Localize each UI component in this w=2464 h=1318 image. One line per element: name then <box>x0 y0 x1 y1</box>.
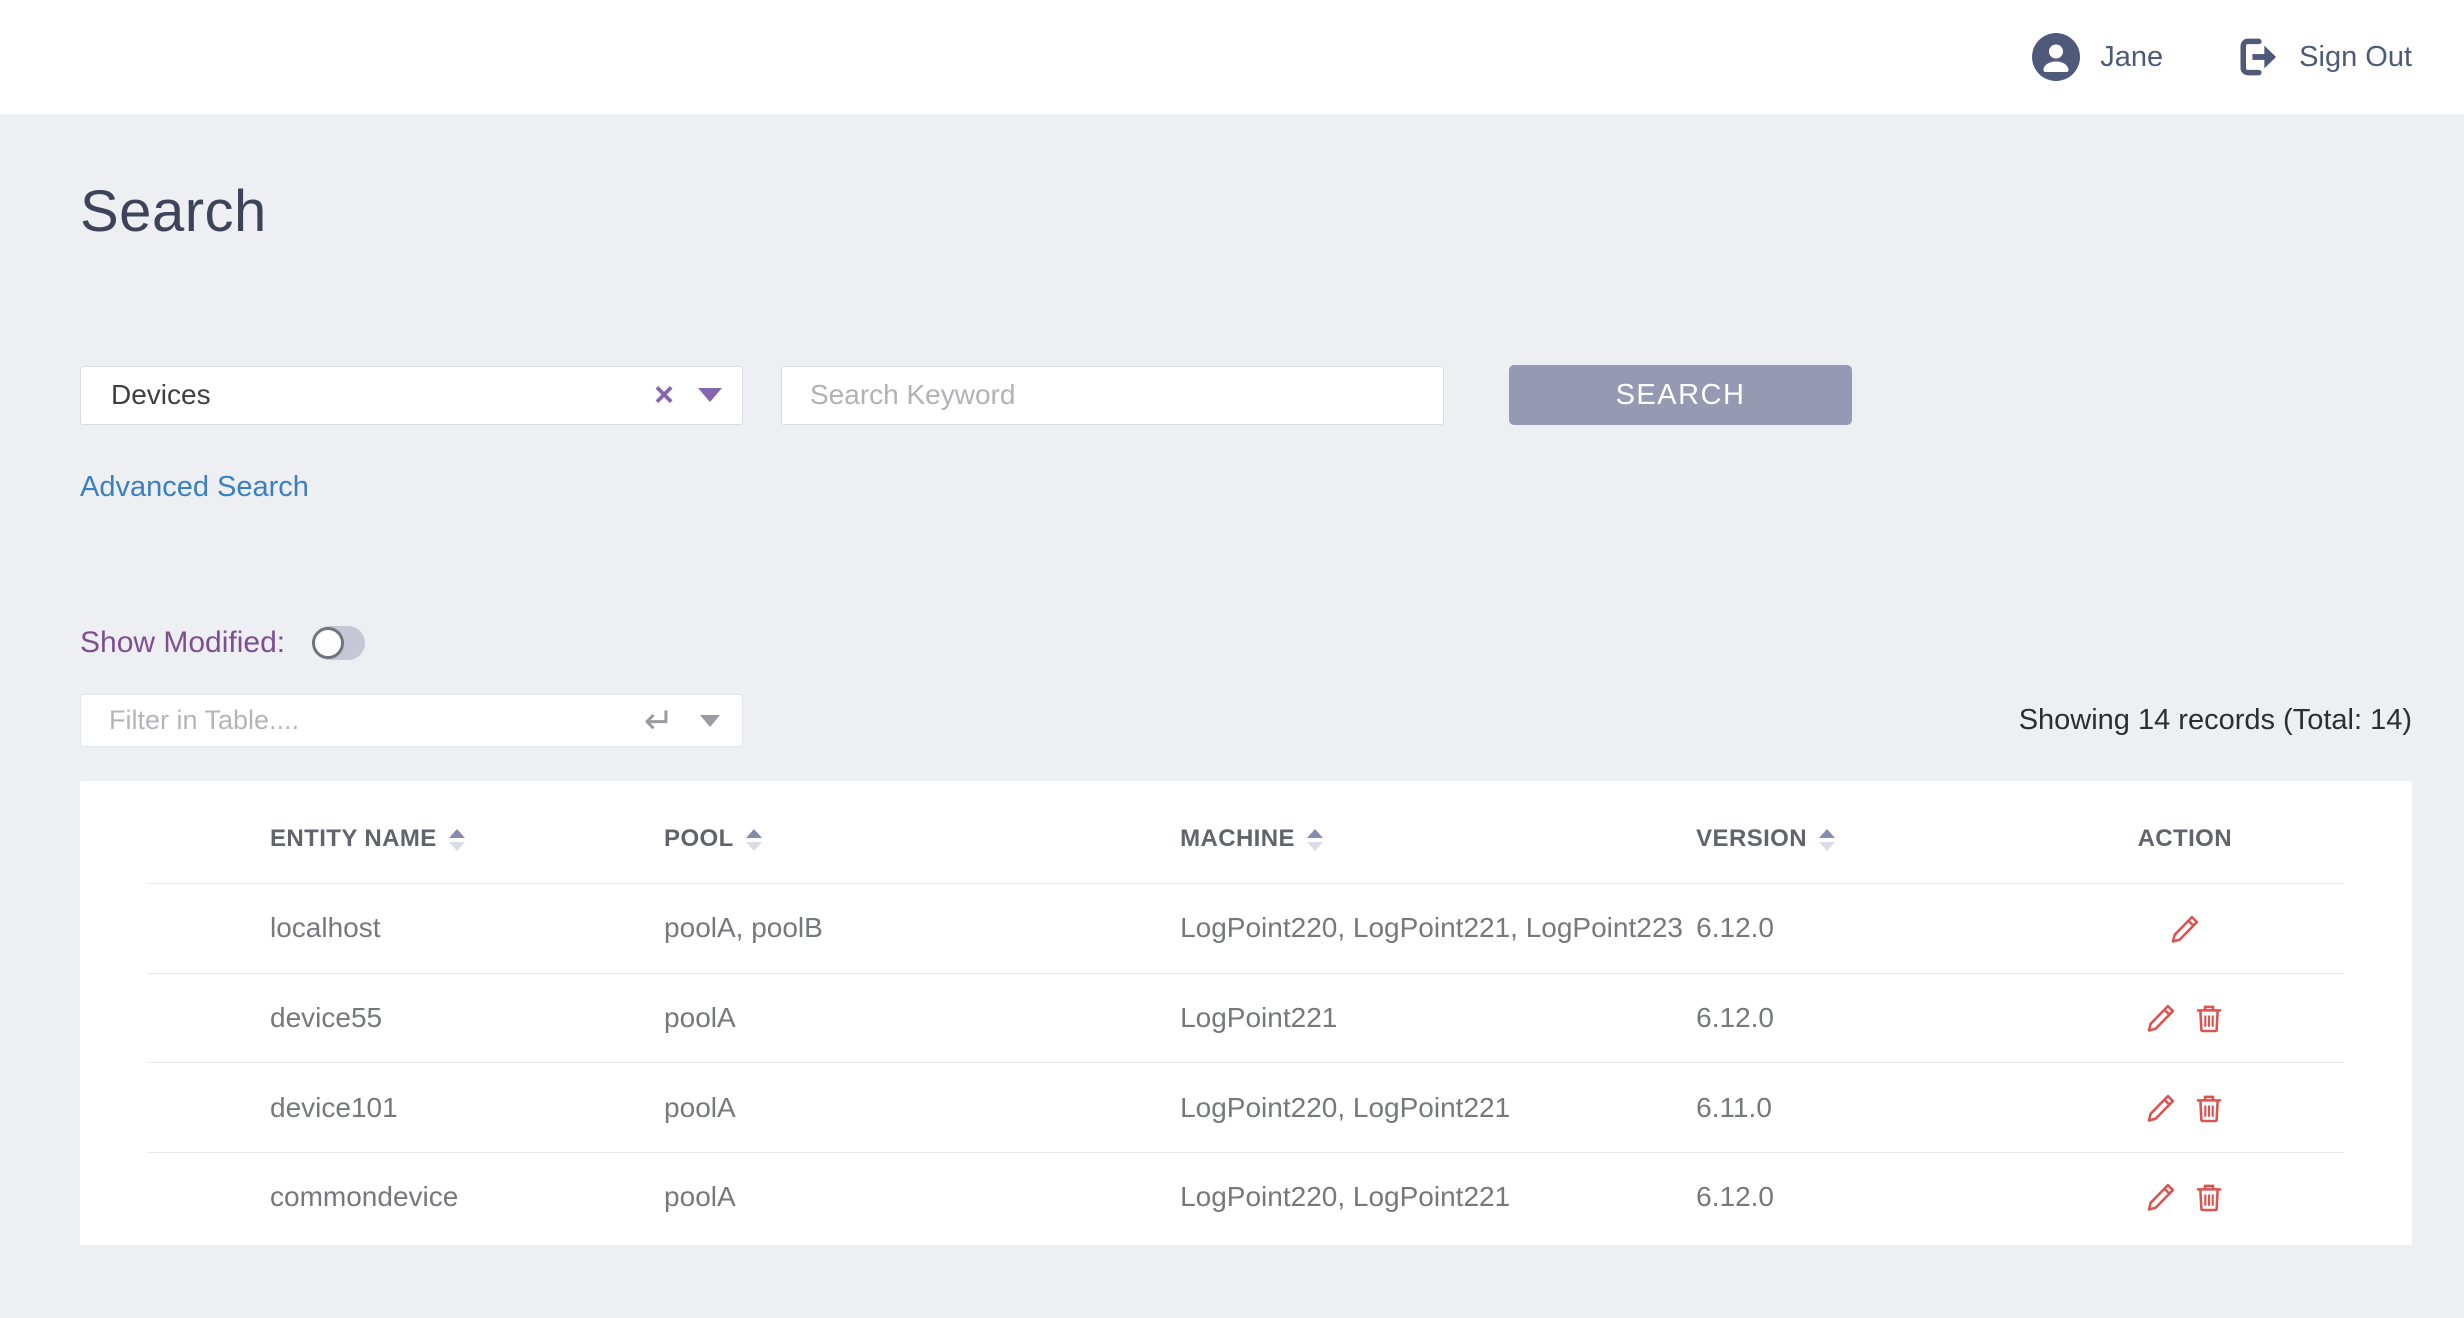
advanced-search-link[interactable]: Advanced Search <box>80 471 309 504</box>
results-table-card: ENTITY NAME POOL MACHINE VERSION ACTION loca… <box>80 781 2412 1245</box>
sort-icon[interactable] <box>449 829 465 851</box>
table-body: localhostpoolA, poolBLogPoint220, LogPoi… <box>148 884 2344 1242</box>
cell-machine: LogPoint220, LogPoint221, LogPoint223 <box>1180 884 1696 974</box>
show-modified-label: Show Modified: <box>80 626 285 660</box>
table-filter: ↵ <box>80 694 743 747</box>
sort-icon[interactable] <box>1819 829 1835 851</box>
chevron-down-icon[interactable] <box>698 388 722 402</box>
page-title: Search <box>80 178 2412 245</box>
cell-version: 6.12.0 <box>1696 973 2025 1063</box>
cell-version: 6.12.0 <box>1696 1152 2025 1241</box>
search-button[interactable]: SEARCH <box>1509 365 1852 425</box>
table-row: localhostpoolA, poolBLogPoint220, LogPoi… <box>148 884 2344 974</box>
sort-icon[interactable] <box>1307 829 1323 851</box>
search-keyword-input[interactable] <box>781 366 1444 425</box>
column-label: MACHINE <box>1180 825 1295 852</box>
cell-pool: poolA <box>664 1152 1180 1241</box>
user-menu[interactable]: Jane <box>2032 33 2163 81</box>
column-label: ACTION <box>2138 825 2232 852</box>
cell-actions <box>2026 884 2344 974</box>
column-label: VERSION <box>1696 825 1807 852</box>
filter-row: ↵ Showing 14 records (Total: 14) <box>80 694 2412 747</box>
column-header-entity_name[interactable]: ENTITY NAME <box>148 781 664 884</box>
column-header-pool[interactable]: POOL <box>664 781 1180 884</box>
cell-entity_name: device55 <box>148 973 664 1063</box>
column-label: POOL <box>664 825 734 852</box>
table-row: commondevicepoolALogPoint220, LogPoint22… <box>148 1152 2344 1241</box>
edit-icon[interactable] <box>2144 1001 2178 1035</box>
sign-out-button[interactable]: Sign Out <box>2235 35 2412 79</box>
show-modified-toggle[interactable] <box>313 626 365 660</box>
show-modified-row: Show Modified: <box>80 626 2412 660</box>
cell-pool: poolA, poolB <box>664 884 1180 974</box>
edit-icon[interactable] <box>2144 1091 2178 1125</box>
delete-icon[interactable] <box>2192 1180 2226 1214</box>
cell-entity_name: device101 <box>148 1063 664 1153</box>
table-row: device55poolALogPoint2216.12.0 <box>148 973 2344 1063</box>
cell-actions <box>2026 1152 2344 1241</box>
cell-version: 6.11.0 <box>1696 1063 2025 1153</box>
column-label: ENTITY NAME <box>270 825 437 852</box>
main-content: Search Devices × SEARCH Advanced Search … <box>0 178 2464 1245</box>
column-header-machine[interactable]: MACHINE <box>1180 781 1696 884</box>
cell-pool: poolA <box>664 1063 1180 1153</box>
sign-out-label: Sign Out <box>2299 41 2412 74</box>
user-name: Jane <box>2100 41 2163 74</box>
delete-icon[interactable] <box>2192 1001 2226 1035</box>
cell-entity_name: commondevice <box>148 1152 664 1241</box>
category-select-value: Devices <box>111 379 654 411</box>
category-select[interactable]: Devices × <box>80 366 743 425</box>
edit-icon[interactable] <box>2168 912 2202 946</box>
results-table: ENTITY NAME POOL MACHINE VERSION ACTION loca… <box>148 781 2344 1241</box>
sort-icon[interactable] <box>746 829 762 851</box>
clear-icon[interactable]: × <box>654 378 674 412</box>
delete-icon[interactable] <box>2192 1091 2226 1125</box>
top-bar: Jane Sign Out <box>0 0 2464 114</box>
cell-actions <box>2026 1063 2344 1153</box>
edit-icon[interactable] <box>2144 1180 2178 1214</box>
column-header-action: ACTION <box>2026 781 2344 884</box>
column-header-version[interactable]: VERSION <box>1696 781 2025 884</box>
cell-machine: LogPoint221 <box>1180 973 1696 1063</box>
user-avatar-icon <box>2032 33 2080 81</box>
cell-pool: poolA <box>664 973 1180 1063</box>
search-controls: Devices × SEARCH <box>80 365 2412 425</box>
toggle-knob <box>312 627 344 659</box>
table-row: device101poolALogPoint220, LogPoint2216.… <box>148 1063 2344 1153</box>
sign-out-icon <box>2235 35 2279 79</box>
table-filter-input[interactable] <box>109 705 644 736</box>
enter-icon[interactable]: ↵ <box>644 703 674 739</box>
cell-version: 6.12.0 <box>1696 884 2025 974</box>
records-summary: Showing 14 records (Total: 14) <box>2019 704 2412 737</box>
table-header-row: ENTITY NAME POOL MACHINE VERSION ACTION <box>148 781 2344 884</box>
filter-chevron-down-icon[interactable] <box>700 715 720 727</box>
cell-actions <box>2026 973 2344 1063</box>
cell-entity_name: localhost <box>148 884 664 974</box>
cell-machine: LogPoint220, LogPoint221 <box>1180 1152 1696 1241</box>
cell-machine: LogPoint220, LogPoint221 <box>1180 1063 1696 1153</box>
